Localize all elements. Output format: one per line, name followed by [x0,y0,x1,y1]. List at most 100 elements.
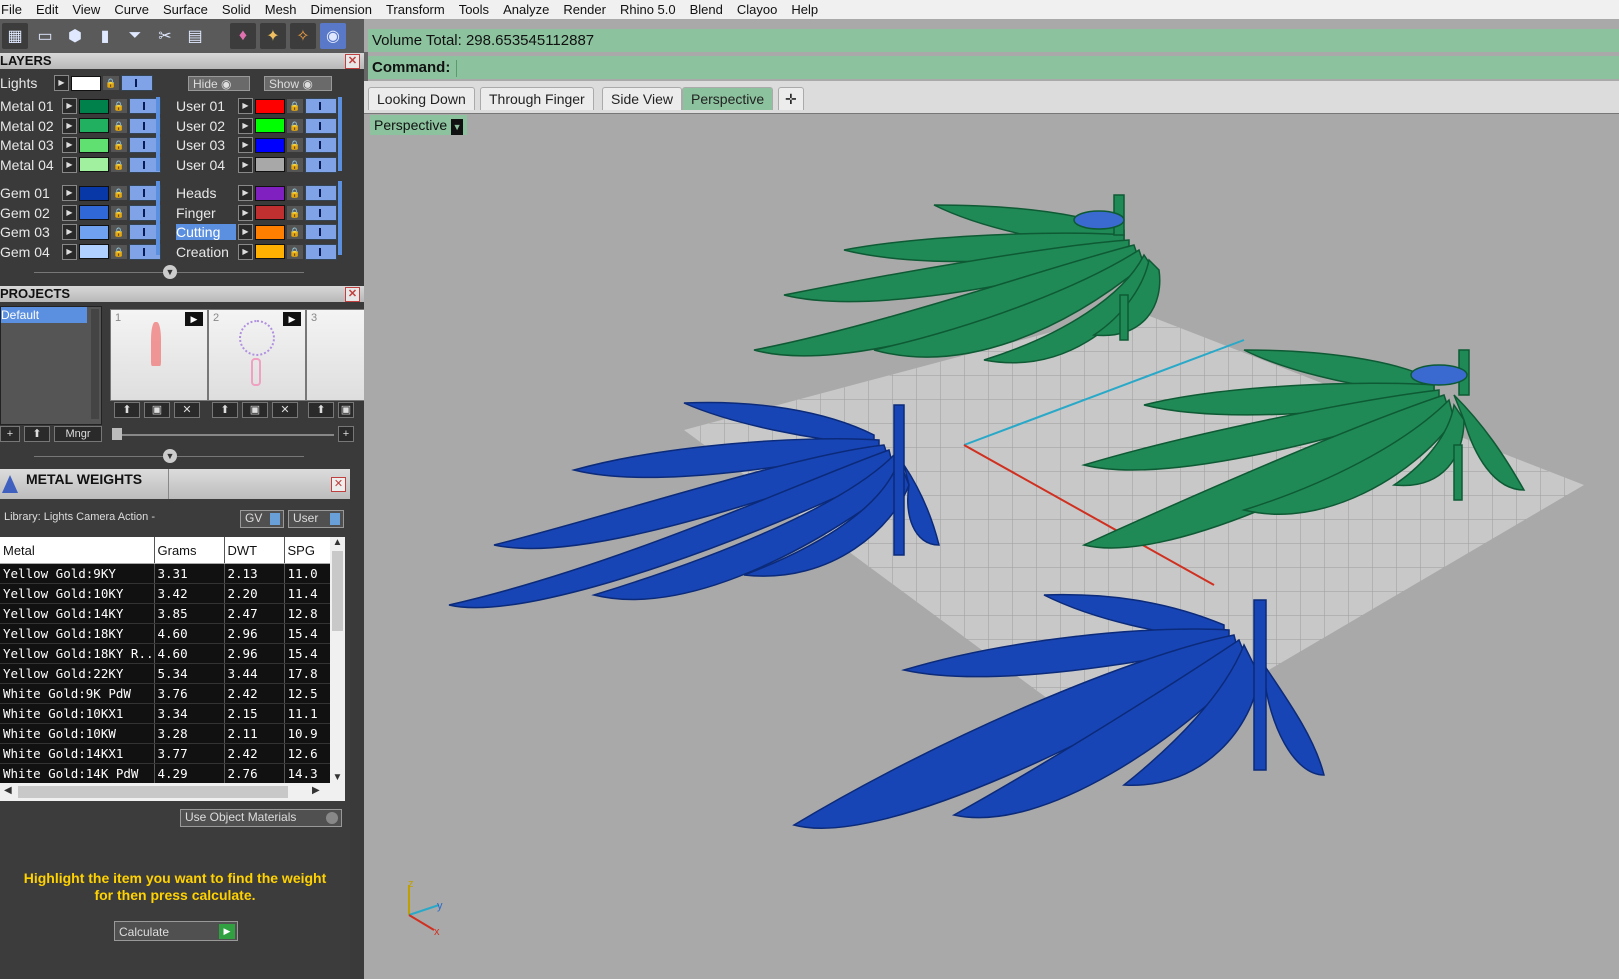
collapse-icon[interactable]: ▼ [163,449,177,463]
play-icon[interactable]: ▶ [283,312,301,326]
lock-icon[interactable]: 🔒 [111,186,127,200]
lock-icon[interactable]: 🔒 [111,157,127,172]
layer-name[interactable]: User 02 [176,118,236,134]
menu-item-file[interactable]: File [0,2,29,17]
lock-icon[interactable]: 🔒 [287,118,303,133]
menu-item-transform[interactable]: Transform [379,2,452,17]
menu-item-blend[interactable]: Blend [683,2,730,17]
save-icon[interactable]: ▣ [242,402,268,418]
layer-color-swatch[interactable] [79,137,109,153]
lock-icon[interactable]: 🔒 [287,157,303,172]
tab-through-finger[interactable]: Through Finger [480,87,594,110]
layout-icon[interactable]: ▦ [2,23,28,49]
layer-color-swatch[interactable] [79,118,109,133]
menu-item-tools[interactable]: Tools [452,2,496,17]
zoom-slider-handle[interactable] [112,428,122,440]
menu-item-help[interactable]: Help [784,2,825,17]
layer-row-user-02[interactable]: User 02 ▶ 🔒 [176,117,337,135]
use-object-materials-toggle[interactable]: Use Object Materials [180,809,342,827]
command-input[interactable] [456,59,1537,77]
layer-name[interactable]: Gem 02 [0,205,60,221]
menu-item-dimension[interactable]: Dimension [304,2,379,17]
visibility-toggle[interactable] [305,243,337,260]
add-tab-button[interactable]: ✛ [778,87,804,110]
table-row[interactable]: Yellow Gold:18KY R... 4.60 2.96 15.4 [0,643,331,664]
lock-icon[interactable]: 🔒 [287,244,303,259]
gv-toggle[interactable]: GV [240,510,284,528]
perspective-viewport[interactable]: z y x [364,135,1619,979]
menu-item-view[interactable]: View [65,2,107,17]
column-header-grams[interactable]: Grams [154,537,225,564]
layer-color-swatch[interactable] [79,224,109,240]
close-icon[interactable]: ✕ [345,54,360,69]
close-icon[interactable]: ✕ [331,477,346,492]
save-icon[interactable]: ▣ [144,402,170,418]
menu-item-solid[interactable]: Solid [215,2,258,17]
delete-icon[interactable]: ✕ [174,402,200,418]
move-up-icon[interactable]: ⬆ [212,402,238,418]
scroll-thumb[interactable] [332,551,343,631]
layer-name[interactable]: Creation [176,244,236,260]
expand-icon[interactable]: ▶ [54,75,69,91]
layer-row-user-01[interactable]: User 01 ▶ 🔒 [176,97,337,115]
menu-item-rhino-5-0[interactable]: Rhino 5.0 [613,2,683,17]
expand-icon[interactable]: ▶ [238,98,253,114]
delete-icon[interactable]: ✕ [272,402,298,418]
visibility-toggle[interactable] [305,137,337,153]
layer-color-swatch[interactable] [255,137,285,153]
gem-set-icon[interactable]: ✦ [260,23,286,49]
visibility-toggle[interactable] [305,204,337,221]
menu-item-clayoo[interactable]: Clayoo [730,2,784,17]
lock-icon[interactable]: 🔒 [111,99,127,113]
expand-icon[interactable]: ▶ [238,204,253,221]
expand-icon[interactable]: ▶ [238,185,253,201]
layer-color-swatch[interactable] [255,244,285,259]
dropdown-icon[interactable]: ▼ [451,119,464,135]
lock-icon[interactable]: 🔒 [287,138,303,152]
calculate-button[interactable]: Calculate ▶ [114,921,238,941]
split-icon[interactable]: ✂ [152,23,178,49]
table-row[interactable]: Yellow Gold:18KY 4.60 2.96 15.4 [0,623,331,644]
layer-row-metal-01[interactable]: Metal 01 ▶ 🔒 [0,97,161,115]
expand-icon[interactable]: ▶ [238,156,253,173]
layer-row-heads[interactable]: Heads ▶ 🔒 [176,184,337,202]
lock-icon[interactable]: 🔒 [287,99,303,113]
lock-icon[interactable]: 🔒 [111,205,127,220]
expand-icon[interactable]: ▶ [62,117,77,134]
layer-row-gem-02[interactable]: Gem 02 ▶ 🔒 [0,204,161,222]
project-thumb-3[interactable]: 3 [306,309,366,401]
project-item-default[interactable]: Default [1,307,87,323]
layer-color-swatch[interactable] [255,224,285,240]
document-icon[interactable]: ▤ [182,23,208,49]
lock-icon[interactable]: 🔒 [111,138,127,152]
layer-name[interactable]: Metal 04 [0,157,60,173]
expand-icon[interactable]: ▶ [238,243,253,260]
expand-icon[interactable]: ▶ [238,137,253,153]
layer-row-user-04[interactable]: User 04 ▶ 🔒 [176,156,337,174]
manager-button[interactable]: Mngr [54,426,102,442]
layer-color-swatch[interactable] [79,157,109,172]
lock-icon[interactable]: 🔒 [287,186,303,200]
layer-name[interactable]: Gem 04 [0,244,60,260]
scrollbar[interactable] [91,309,99,419]
layer-row-metal-03[interactable]: Metal 03 ▶ 🔒 [0,136,161,154]
layer-row-cutting[interactable]: Cutting ▶ 🔒 [176,223,337,241]
save-icon[interactable]: ▣ [338,402,354,418]
project-thumb-2[interactable]: 2 ▶ [208,309,306,401]
metal-table[interactable]: Metal Grams DWT SPG Yellow Gold:9KY 3.31 2.13… [0,537,345,801]
tab-side-view[interactable]: Side View [602,87,683,110]
layer-name[interactable]: Gem 01 [0,185,60,201]
filter-icon[interactable]: ⏷ [122,23,148,49]
layer-color-swatch[interactable] [255,185,285,201]
expand-icon[interactable]: ▶ [62,185,77,201]
layer-row-finger[interactable]: Finger ▶ 🔒 [176,204,337,222]
visibility-toggle[interactable] [305,98,337,114]
table-row[interactable]: Yellow Gold:10KY 3.42 2.20 11.4 [0,583,331,604]
column-header-metal[interactable]: Metal [0,537,155,564]
layer-name[interactable]: Metal 02 [0,118,60,134]
table-row[interactable]: Yellow Gold:14KY 3.85 2.47 12.8 [0,603,331,624]
lights-color-swatch[interactable] [71,75,101,91]
table-row[interactable]: Yellow Gold:9KY 3.31 2.13 11.0 [0,563,331,584]
layer-row-gem-01[interactable]: Gem 01 ▶ 🔒 [0,184,161,202]
layer-name[interactable]: Metal 03 [0,137,60,153]
